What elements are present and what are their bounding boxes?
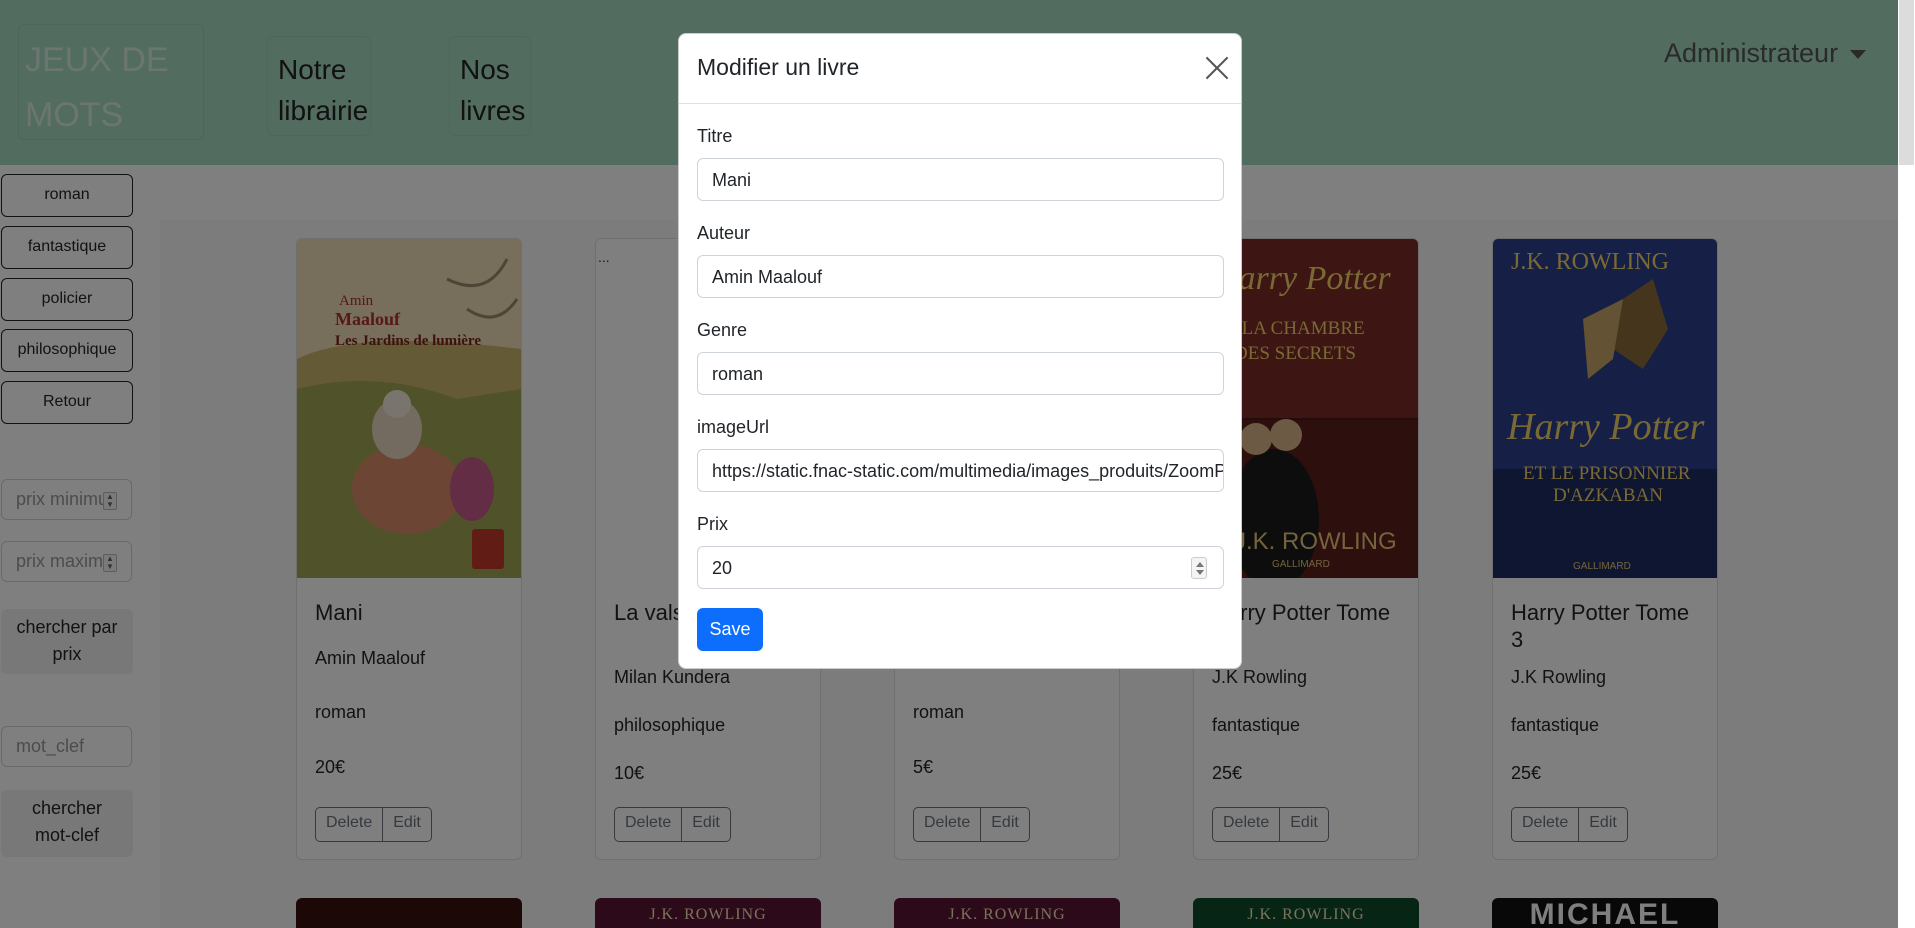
image-url-label: imageUrl	[697, 417, 770, 437]
stepper-icon[interactable]	[1191, 557, 1207, 579]
price-value: 20	[712, 558, 733, 578]
genre-input[interactable]: roman	[697, 352, 1224, 395]
author-input[interactable]: Amin Maalouf	[697, 255, 1224, 298]
title-label: Titre	[697, 126, 733, 146]
close-icon[interactable]	[1204, 55, 1230, 81]
title-input[interactable]: Mani	[697, 158, 1224, 201]
edit-book-modal: Modifier un livre Titre Mani Auteur Amin…	[678, 33, 1242, 669]
price-input[interactable]: 20	[697, 546, 1224, 589]
author-label: Auteur	[697, 223, 751, 243]
scrollbar-thumb[interactable]	[1899, 0, 1914, 165]
image-url-input[interactable]: https://static.fnac-static.com/multimedi…	[697, 449, 1224, 492]
genre-label: Genre	[697, 320, 748, 340]
price-label: Prix	[697, 514, 728, 534]
save-button[interactable]: Save	[697, 608, 763, 651]
modal-header: Modifier un livre	[679, 34, 1241, 104]
modal-title: Modifier un livre	[697, 54, 860, 80]
